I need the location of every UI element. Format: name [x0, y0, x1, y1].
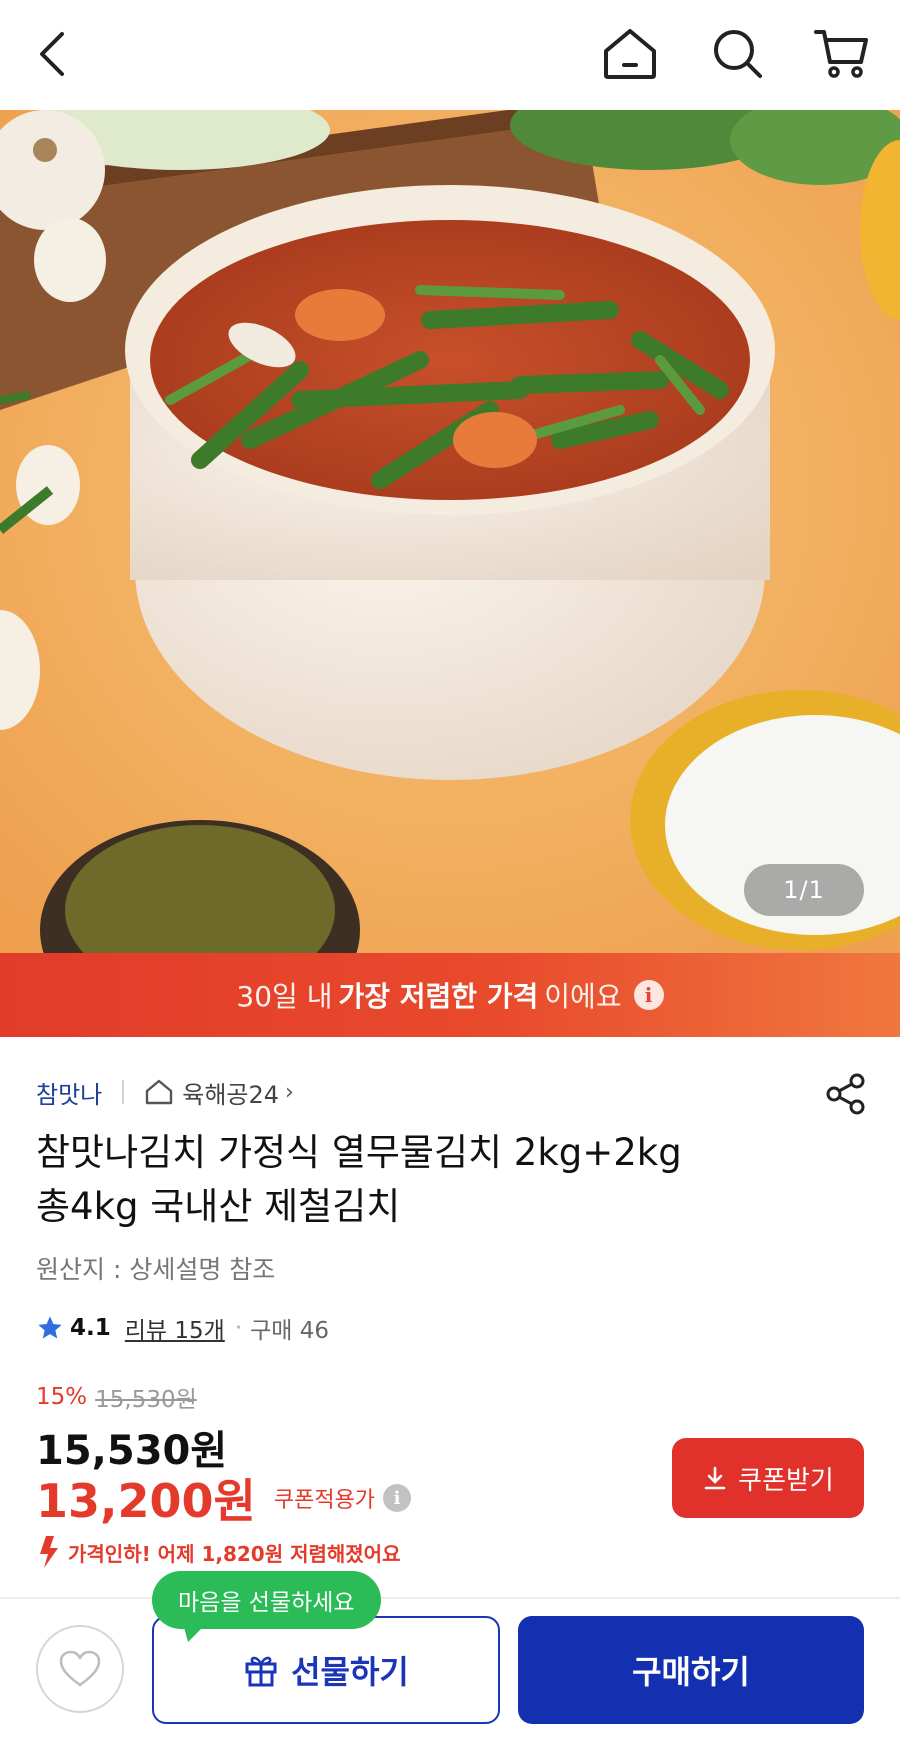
product-title: 참맛나김치 가정식 열무물김치 2kg+2kg 총4kg 국내산 제철김치 — [36, 1126, 816, 1234]
banner-suffix: 이에요 — [544, 980, 622, 1013]
share-button[interactable] — [822, 1070, 870, 1118]
original-price: 15,530원 — [95, 1387, 197, 1413]
bottom-bar-divider — [0, 1597, 900, 1599]
cart-button[interactable] — [810, 22, 874, 86]
origin-info: 원산지 : 상세설명 참조 — [36, 1255, 276, 1284]
reviews-link[interactable]: 리뷰 15개 — [125, 1311, 225, 1345]
product-image-gallery[interactable]: 1/1 — [0, 110, 900, 953]
cart-icon — [814, 30, 868, 78]
banner-prefix: 30일 내 — [236, 980, 333, 1013]
chevron-right-icon: › — [285, 1079, 294, 1105]
buy-button-label: 구매하기 — [632, 1653, 750, 1691]
search-icon — [714, 30, 762, 78]
rating-score: 4.1 — [70, 1315, 111, 1341]
get-coupon-label: 쿠폰받기 — [738, 1465, 834, 1496]
gift-tooltip: 마음을 선물하세요 — [152, 1571, 381, 1629]
product-photo — [0, 110, 900, 953]
coupon-price-row: 13,200원 쿠폰적용가 i — [36, 1470, 412, 1528]
shop-link[interactable]: 육해공24 › — [144, 1075, 294, 1110]
price-drop-notice: 가격인하! 어제 1,820원 저렴해졌어요 — [36, 1532, 400, 1572]
seller-row: 참맛나 육해공24 › — [36, 1072, 294, 1112]
info-icon[interactable]: i — [633, 980, 664, 1010]
search-button[interactable] — [706, 22, 770, 86]
brand-link[interactable]: 참맛나 — [36, 1075, 102, 1110]
back-button[interactable] — [22, 22, 86, 86]
back-arrow-icon — [40, 32, 64, 76]
price-drop-text: 가격인하! 어제 1,820원 저렴해졌어요 — [68, 1541, 401, 1566]
purchase-count: 구매 46 — [250, 1318, 330, 1344]
discount-row: 15% 15,530원 — [36, 1380, 197, 1414]
shop-name: 육해공24 — [182, 1080, 280, 1109]
rating-row: 4.1 리뷰 15개 · 구매 46 — [36, 1308, 329, 1348]
star-icon — [38, 1316, 62, 1339]
home-icon — [604, 29, 656, 79]
image-counter: 1/1 — [744, 864, 864, 916]
banner-highlight: 가장 저렴한 가격 — [338, 980, 539, 1013]
get-coupon-button[interactable]: 쿠폰받기 — [672, 1438, 864, 1518]
heart-icon — [59, 1650, 101, 1687]
gift-icon — [245, 1656, 277, 1687]
gift-button-label: 선물하기 — [291, 1653, 409, 1691]
lowest-price-banner[interactable]: 30일 내 가장 저렴한 가격 이에요 i — [0, 953, 900, 1037]
top-nav-bar — [0, 0, 900, 110]
buy-button[interactable]: 구매하기 — [518, 1616, 864, 1724]
home-button[interactable] — [598, 22, 662, 86]
share-icon — [826, 1073, 865, 1115]
info-icon[interactable]: i — [383, 1484, 412, 1512]
divider — [122, 1080, 125, 1104]
coupon-price: 13,200원 — [36, 1474, 256, 1528]
store-icon — [146, 1079, 173, 1105]
separator-dot: · — [234, 1315, 243, 1341]
download-icon — [704, 1466, 726, 1490]
discount-rate: 15% — [36, 1384, 88, 1410]
price-drop-arrow-icon — [40, 1536, 58, 1568]
wishlist-button[interactable] — [36, 1625, 124, 1713]
product-title-line2: 총4kg 국내산 제철김치 — [36, 1185, 401, 1228]
coupon-price-label: 쿠폰적용가 — [273, 1488, 376, 1513]
product-title-line1: 참맛나김치 가정식 열무물김치 2kg+2kg — [36, 1131, 682, 1174]
